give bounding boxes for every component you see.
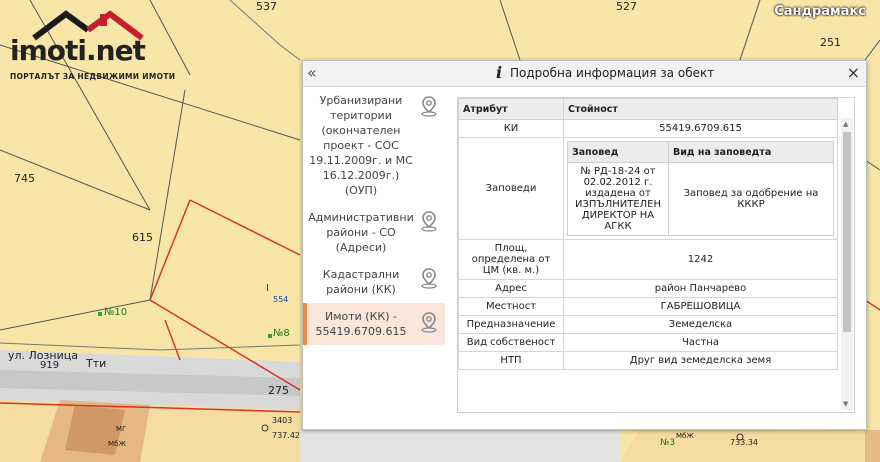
map-pin-icon[interactable] [419,311,439,333]
panel-header: « i Подробна информация за обект × [303,61,866,87]
map-pin-icon[interactable] [419,210,439,232]
table-scrollbar[interactable]: ▲ ▼ [841,118,853,410]
layer-item-cadastral[interactable]: Кадастрални райони (КК) [303,261,445,303]
parcel-label: 737.42 [272,431,300,440]
info-icon: i [495,63,503,82]
layer-label: Имоти (КК) - 55419.6709.615 [315,310,407,338]
attribute-name: Местност [458,297,564,316]
column-header-order: Заповед [567,141,669,163]
object-info-panel: « i Подробна информация за обект × Урбан… [302,60,867,430]
orders-table: Заповед Вид на заповедта № РД-18-24 от 0… [567,141,834,236]
parcel-label: 527 [616,0,637,13]
attribute-value: Друг вид земеделска земя [563,351,838,370]
order-value: № РД-18-24 от 02.02.2012 г. издадена от … [567,162,669,236]
table-row: Адрес район Панчарево [458,279,838,298]
layer-item-urban[interactable]: Урбанизирани територии (окончателен прое… [303,87,445,204]
attribute-name: НТП [458,351,564,370]
scroll-up-icon[interactable]: ▲ [843,120,848,128]
parcel-label: МбЖ [108,440,126,448]
map-pin-icon[interactable] [419,95,439,117]
scrollbar-thumb[interactable] [843,132,851,332]
attribute-value: ГАБРЕШОВИЦА [563,297,838,316]
parcel-label: 537 [256,0,277,13]
attribute-name: Адрес [458,279,564,298]
parcel-label: МбЖ [676,432,694,440]
scroll-down-icon[interactable]: ▼ [843,400,848,408]
parcel-label: 733.34 [730,438,758,447]
attribute-table-container[interactable]: Атрибут Стойност КИ 55419.6709.615 Запов… [457,97,855,413]
attribute-name: Площ, определена от ЦМ (кв. м.) [458,239,564,280]
table-row: Заповеди Заповед Вид на заповедта № РД-1… [458,137,838,240]
layer-list: Урбанизирани територии (окончателен прое… [303,87,445,345]
parcel-label: 275 [268,384,289,397]
table-row: Площ, определена от ЦМ (кв. м.) 1242 [458,239,838,280]
parcel-label: №8 [273,328,290,339]
parcel-label: 554 [273,295,289,304]
attribute-table: Атрибут Стойност КИ 55419.6709.615 Запов… [458,98,838,370]
order-type-value: Заповед за одобрение на КККР [668,162,834,236]
street-number: 919 [40,360,60,371]
close-icon[interactable]: × [847,63,860,82]
attribute-value: Земеделска [563,315,838,334]
attribute-name: Заповеди [458,137,564,240]
attribute-value: район Панчарево [563,279,838,298]
column-header-attribute: Атрибут [458,98,564,120]
small-marker: I [266,283,269,294]
parcel-label: МГ [116,425,127,433]
table-row: КИ 55419.6709.615 [458,119,838,138]
table-row: Вид собственост Частна [458,333,838,352]
brand-tagline: ПОРТАЛЪТ ЗА НЕДВИЖИМИ ИМОТИ [10,72,176,81]
attribute-name: Вид собственост [458,333,564,352]
parcel-label: 3403 [272,416,293,425]
parcel-label: №10 [104,307,128,318]
attribute-value: 55419.6709.615 [563,119,838,138]
attribute-value: 1242 [563,239,838,280]
parcel-label: 615 [132,231,153,244]
layer-label: Урбанизирани територии (окончателен прое… [309,94,413,197]
parcel-label: 745 [14,172,35,185]
parcel-label: №3 [660,438,676,448]
column-header-order-type: Вид на заповедта [668,141,834,163]
collapse-icon[interactable]: « [307,63,317,82]
table-row: Местност ГАБРЕШОВИЦА [458,297,838,316]
layer-label: Кадастрални райони (КК) [322,268,400,296]
attribute-name: Предназначение [458,315,564,334]
layer-item-admin[interactable]: Административни райони - СО (Адреси) [303,204,445,261]
attribute-value: Частна [563,333,838,352]
parcel-label: 251 [820,36,841,49]
table-row: Предназначение Земеделска [458,315,838,334]
attribute-name: КИ [458,119,564,138]
brand-name: imoti.net [10,34,146,67]
layer-label: Административни райони - СО (Адреси) [308,211,414,254]
brand-watermark: Сандрамакс [774,4,866,19]
layer-item-properties[interactable]: Имоти (КК) - 55419.6709.615 [303,303,445,345]
table-header-row: Атрибут Стойност [458,98,838,120]
attribute-value: Заповед Вид на заповедта № РД-18-24 от 0… [563,137,838,240]
column-header-value: Стойност [563,98,838,120]
panel-title: Подробна информация за обект [510,66,715,80]
map-pin-icon[interactable] [419,267,439,289]
street-marker: Тти [86,357,107,370]
table-row: НТП Друг вид земеделска земя [458,351,838,370]
site-logo[interactable]: imoti.net ПОРТАЛЪТ ЗА НЕДВИЖИМИ ИМОТИ [6,8,176,86]
